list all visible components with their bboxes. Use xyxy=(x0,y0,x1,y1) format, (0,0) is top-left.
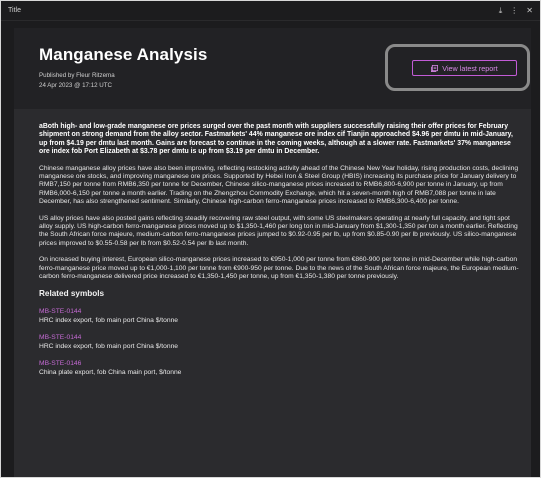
view-latest-report-button[interactable]: View latest report xyxy=(412,60,517,76)
report-button-highlight: View latest report xyxy=(385,44,530,91)
symbol-code-link[interactable]: MB-STE-0144 xyxy=(39,333,519,342)
more-vertical-icon[interactable]: ⋮ xyxy=(510,6,518,15)
symbol-description: HRC index export, fob main port China $/… xyxy=(39,317,179,325)
symbol-code-link[interactable]: MB-STE-0144 xyxy=(39,307,519,316)
window-title: Title xyxy=(8,7,21,14)
download-icon[interactable]: ⤓ xyxy=(499,6,503,15)
analysis-header: Manganese Analysis Published by Fleur Ri… xyxy=(14,28,531,109)
related-symbol-item: MB-STE-0144 HRC index export, fob main p… xyxy=(39,307,519,325)
report-icon xyxy=(431,64,439,72)
body-paragraph: Chinese manganese alloy prices have also… xyxy=(39,164,519,205)
title-bar: Title ⤓ ⋮ ✕ xyxy=(1,1,540,21)
body-paragraph: On increased buying interest, European s… xyxy=(39,256,519,280)
close-icon[interactable]: ✕ xyxy=(526,6,533,15)
related-symbol-item: MB-STE-0146 China plate export, fob Chin… xyxy=(39,359,519,377)
symbol-description: China plate export, fob China main port,… xyxy=(39,369,182,377)
symbol-code-link[interactable]: MB-STE-0146 xyxy=(39,359,519,368)
related-symbol-item: MB-STE-0144 HRC index export, fob main p… xyxy=(39,333,519,351)
app-window: Title ⤓ ⋮ ✕ Manganese Analysis Published… xyxy=(0,0,541,478)
window-controls: ⤓ ⋮ ✕ xyxy=(499,6,533,15)
body-paragraph: US alloy prices have also posted gains r… xyxy=(39,214,518,247)
symbol-description: HRC index export, fob main port China $/… xyxy=(39,343,179,351)
analysis-panel: Manganese Analysis Published by Fleur Ri… xyxy=(14,28,531,477)
lead-paragraph: aBoth high- and low-grade manganese ore … xyxy=(39,123,513,155)
report-button-label: View latest report xyxy=(442,63,498,73)
analysis-body: aBoth high- and low-grade manganese ore … xyxy=(14,109,531,377)
related-symbols-title: Related symbols xyxy=(39,288,105,298)
